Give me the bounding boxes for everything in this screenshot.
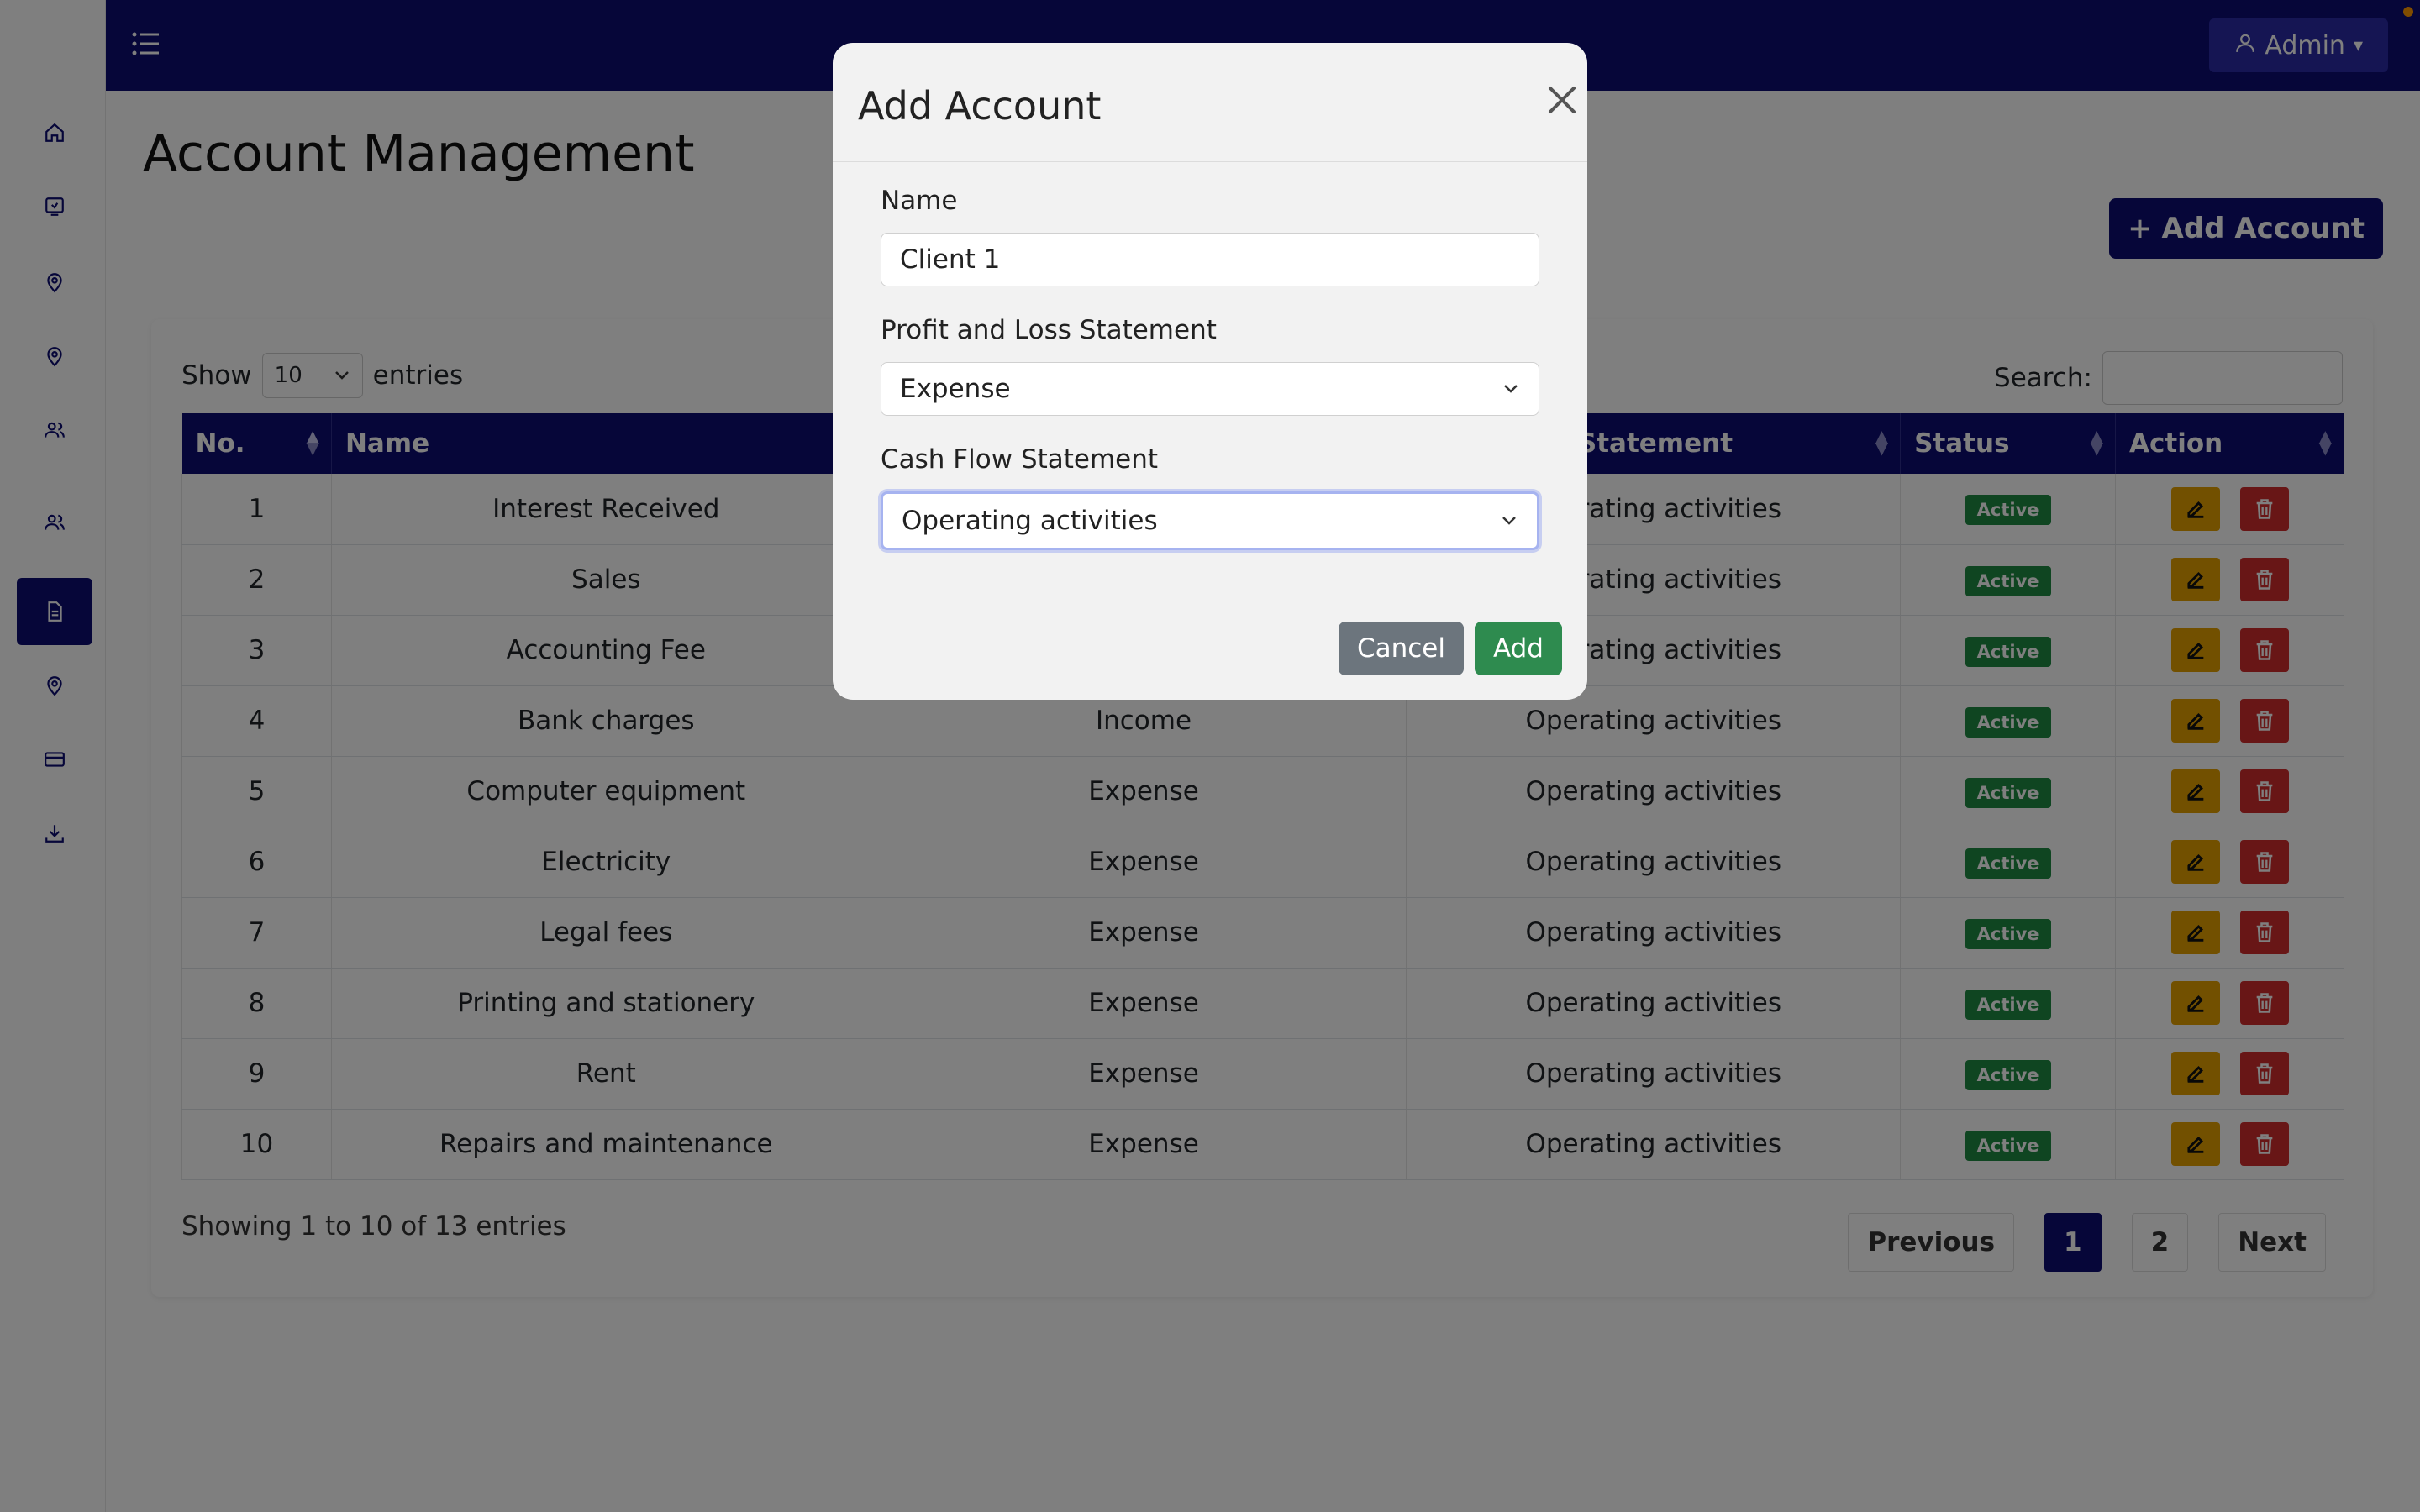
pnl-select[interactable]: Expense — [881, 362, 1539, 416]
cancel-button[interactable]: Cancel — [1338, 622, 1464, 675]
close-icon[interactable] — [1544, 81, 1581, 118]
name-field-value: Client 1 — [900, 244, 1001, 275]
modal-header: Add Account — [833, 43, 1587, 162]
chevron-down-icon — [1504, 385, 1518, 393]
name-field[interactable]: Client 1 — [881, 233, 1539, 286]
name-field-label: Name — [881, 186, 958, 216]
cfs-field-label: Cash Flow Statement — [881, 444, 1159, 475]
add-button[interactable]: Add — [1474, 622, 1562, 675]
modal-title: Add Account — [858, 83, 1102, 129]
cfs-select-value: Operating activities — [902, 506, 1158, 536]
chevron-down-icon — [1502, 517, 1516, 525]
modal-footer: Cancel Add — [833, 596, 1587, 700]
pnl-select-value: Expense — [900, 374, 1011, 404]
pnl-field-label: Profit and Loss Statement — [881, 315, 1217, 345]
modal-body: Name Client 1 Profit and Loss Statement … — [881, 186, 1539, 579]
add-account-modal: Add Account Name Client 1 Profit and Los… — [833, 43, 1587, 700]
cfs-select[interactable]: Operating activities — [881, 491, 1539, 550]
